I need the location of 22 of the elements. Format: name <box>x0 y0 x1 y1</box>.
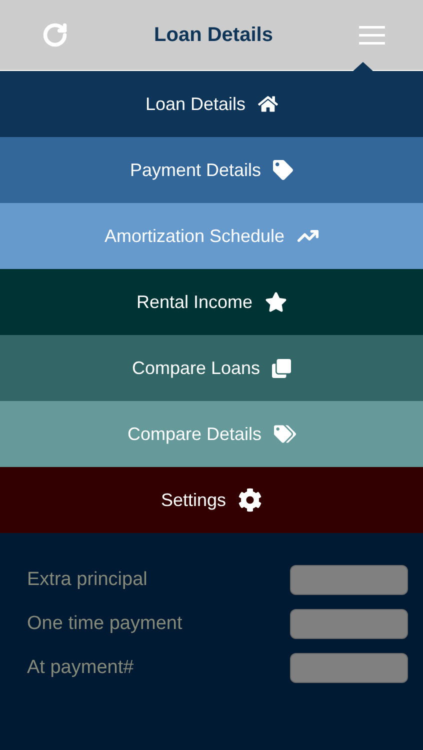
menu-button[interactable] <box>358 25 385 45</box>
refresh-button[interactable] <box>42 22 68 48</box>
menu-item[interactable]: Compare Loans <box>0 335 423 401</box>
input-field[interactable] <box>290 565 408 595</box>
copy-icon <box>272 358 292 378</box>
menu-item[interactable]: Loan Details <box>0 71 423 137</box>
screen-title: Loan Details <box>154 24 273 46</box>
home-icon <box>258 94 278 114</box>
tags-icon <box>274 423 296 445</box>
tag-icon <box>273 160 294 180</box>
menu-item[interactable]: Payment Details <box>0 137 423 203</box>
menu-item[interactable]: Settings <box>0 467 423 533</box>
menu-icon <box>358 25 385 45</box>
refresh-icon <box>42 22 68 48</box>
menu-item[interactable]: Rental Income <box>0 269 423 335</box>
input-field[interactable] <box>290 653 408 683</box>
gear-icon <box>238 488 262 512</box>
field-label: One time payment <box>27 613 182 635</box>
field-label: Extra principal <box>27 569 148 591</box>
input-field[interactable] <box>290 609 408 639</box>
star-icon <box>264 291 287 313</box>
field-label: At payment# <box>27 657 134 679</box>
